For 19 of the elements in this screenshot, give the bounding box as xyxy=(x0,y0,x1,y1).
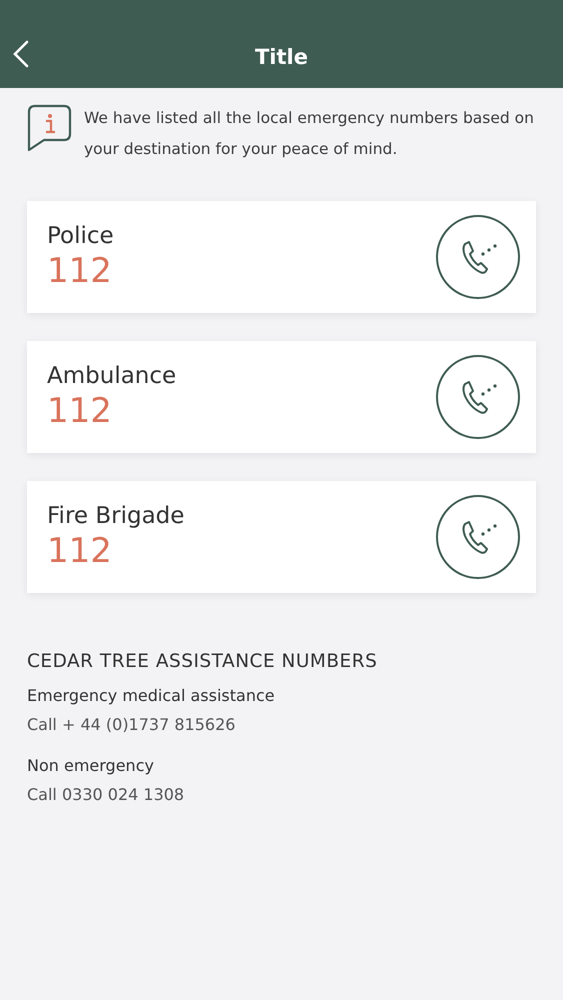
info-icon xyxy=(26,104,72,154)
assistance-label: Non emergency xyxy=(27,756,155,775)
page-title: Title xyxy=(254,45,308,69)
phone-number-link[interactable]: Call 0330 024 1308 xyxy=(27,785,536,804)
service-name: Fire Brigade xyxy=(47,503,184,529)
back-button[interactable] xyxy=(12,40,30,68)
service-card[interactable]: Police 112 xyxy=(27,201,536,313)
service-number: 112 xyxy=(47,391,113,431)
info-text: We have listed all the local emergency numbers based on your destination for your peace of mind. xyxy=(84,108,535,160)
section-heading: CEDAR TREE ASSISTANCE NUMBERS xyxy=(27,651,378,672)
assistance-label: Emergency medical assistance xyxy=(27,686,276,705)
service-number: 112 xyxy=(47,531,113,571)
service-name: Ambulance xyxy=(47,363,176,389)
service-card[interactable]: Fire Brigade 112 xyxy=(27,481,536,593)
phone-number-link[interactable]: Call + 44 (0)1737 815626 xyxy=(27,715,536,734)
back-icon xyxy=(12,40,30,68)
service-number: 112 xyxy=(47,251,113,291)
service-name: Police xyxy=(47,223,114,249)
service-card[interactable]: Ambulance 112 xyxy=(27,341,536,453)
